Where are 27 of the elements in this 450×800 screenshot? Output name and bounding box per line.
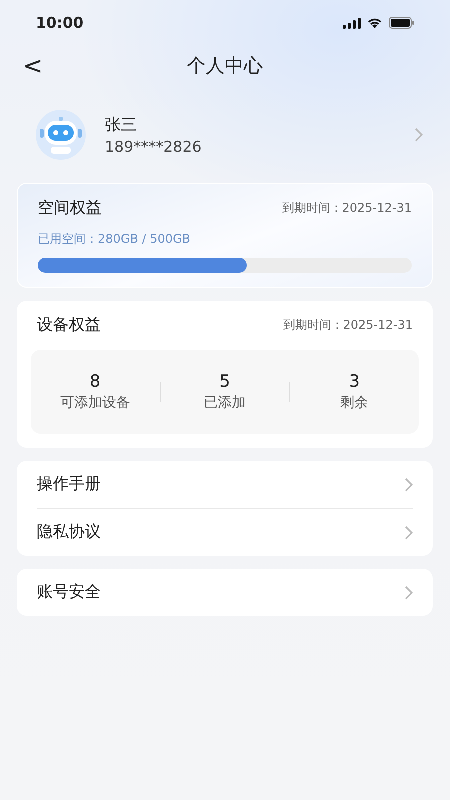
stat-label: 可添加设备 [60,394,130,412]
chevron-right-icon [405,526,413,540]
stat-value: 5 [220,372,230,392]
menu-item[interactable]: 隐私协议 [37,508,413,556]
status-time: 10:00 [36,14,84,32]
page-title: 个人中心 [187,54,263,79]
expiry-date: 到期时间：2025-12-31 [282,200,412,217]
phone-number: 189****2826 [105,138,203,156]
chevron-right-icon [405,586,413,600]
menu-item[interactable]: 操作手册 [37,461,413,508]
menu-item[interactable]: 账号安全 [37,569,413,616]
battery-icon [389,17,415,29]
chevron-right-icon [405,478,413,492]
user-name: 张三 [105,114,138,136]
back-button[interactable]: < [23,52,44,80]
signal-icon [343,18,361,28]
stat-label: 剩余 [340,394,369,412]
card-title: 空间权益 [38,198,102,219]
chevron-right-icon [415,128,423,142]
storage-usage: 已用空间：280GB / 500GB [38,231,192,248]
stat-value: 3 [349,372,360,392]
stat-value: 8 [90,372,101,392]
card-title: 设备权益 [37,315,101,336]
profile-row[interactable]: 张三 189****2826 [17,102,433,168]
stat-label: 已添加 [204,394,246,412]
wifi-icon [367,17,383,29]
expiry-date: 到期时间：2025-12-31 [283,317,413,334]
